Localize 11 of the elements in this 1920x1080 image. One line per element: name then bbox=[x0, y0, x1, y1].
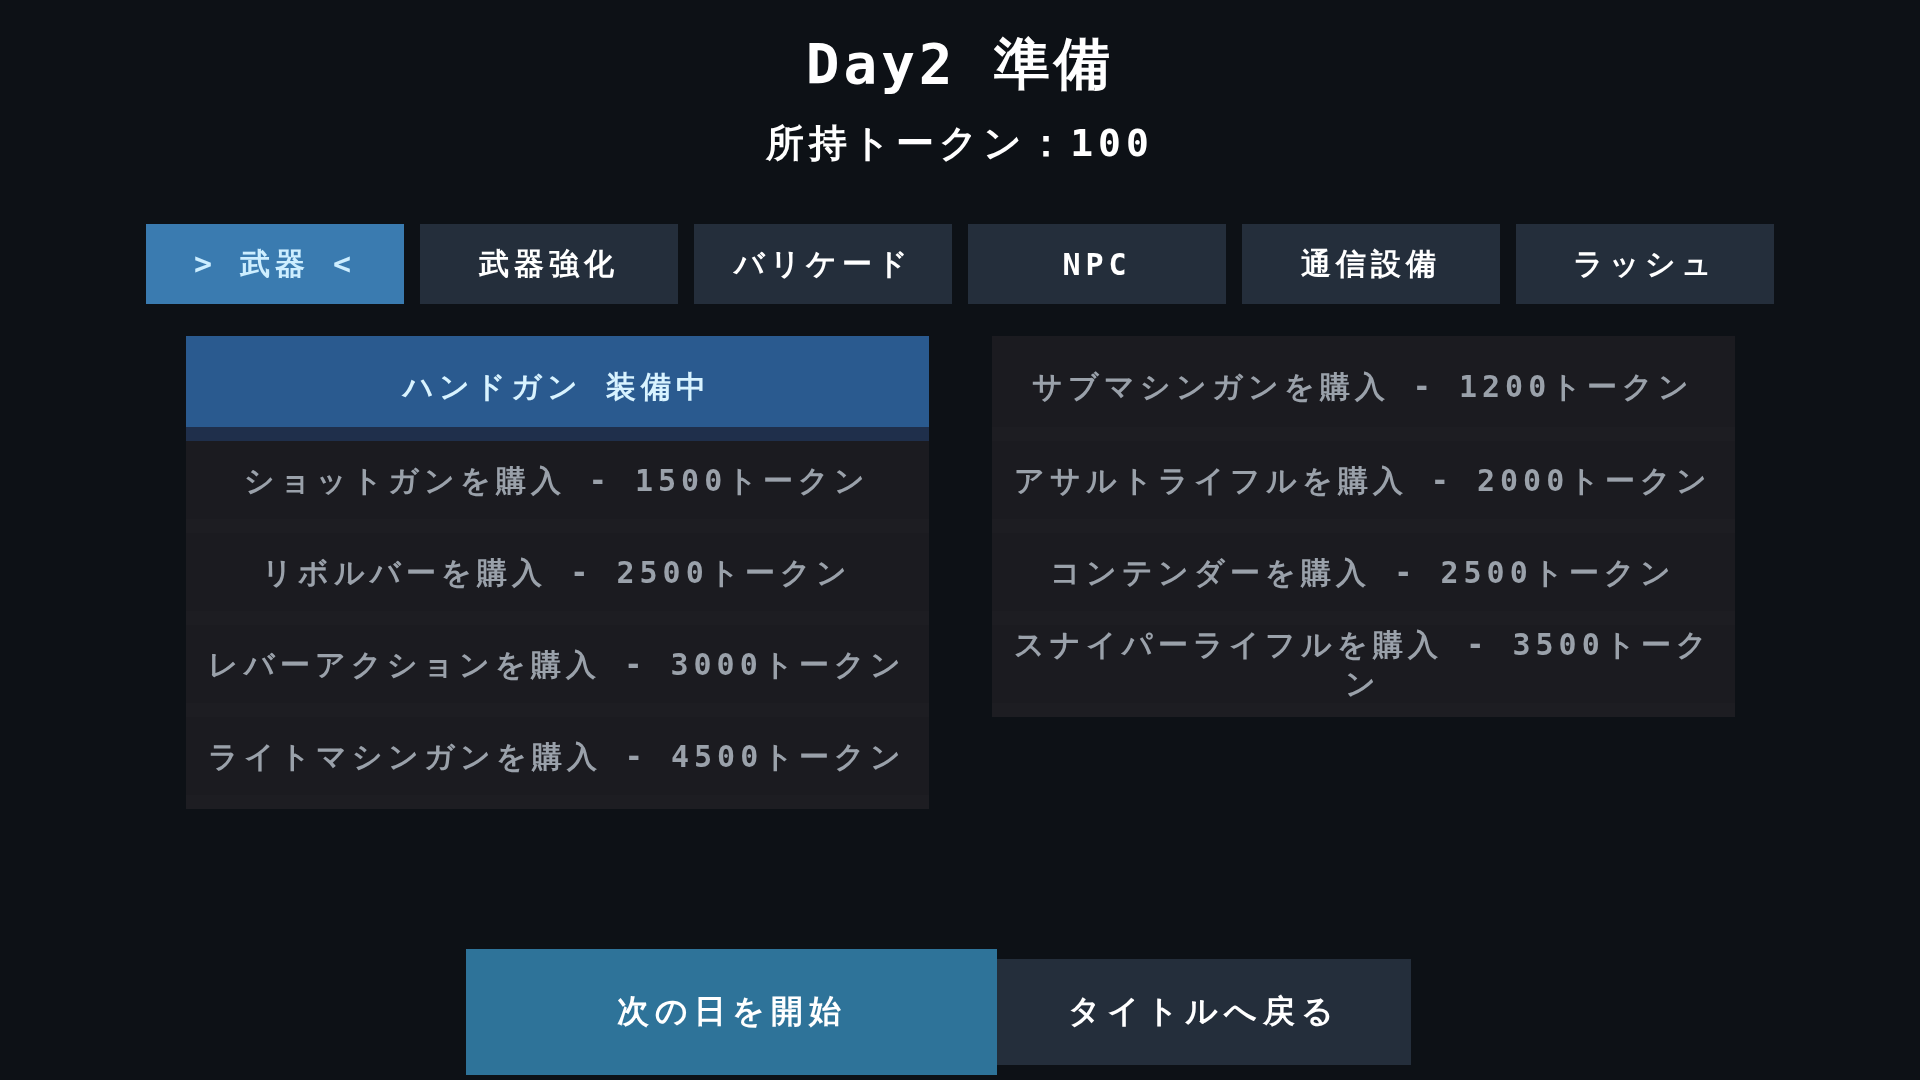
start-next-day-button[interactable]: 次の日を開始 bbox=[466, 949, 997, 1075]
screen-title: Day2 準備 bbox=[805, 34, 1115, 94]
shop-item[interactable]: ハンドガン 装備中 bbox=[185, 336, 929, 441]
category-tab[interactable]: 通信設備 bbox=[1242, 224, 1500, 304]
return-to-title-button[interactable]: タイトルへ戻る bbox=[997, 959, 1411, 1065]
category-tab[interactable]: NPC bbox=[968, 224, 1226, 304]
category-tab[interactable]: 武器強化 bbox=[420, 224, 678, 304]
token-balance: 所持トークン：100 bbox=[766, 120, 1154, 166]
category-tab[interactable]: ラッシュ bbox=[1516, 224, 1774, 304]
category-tab[interactable]: > 武器 < bbox=[146, 224, 404, 304]
category-tab[interactable]: バリケード bbox=[694, 224, 952, 304]
